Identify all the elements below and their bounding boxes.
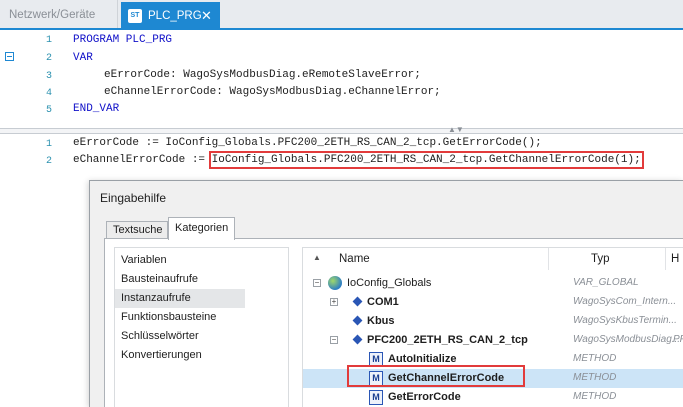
instance-icon — [352, 296, 363, 307]
tab-plc-prg[interactable]: ST PLC_PRG ✕ — [121, 2, 220, 30]
tab-label: PLC_PRG — [148, 10, 202, 22]
column-header-extra[interactable]: H — [671, 253, 679, 265]
line-number: 4 — [45, 88, 52, 99]
program-icon: ST — [128, 9, 142, 23]
tree-item-type: WagoSysKbusTermin... — [573, 315, 677, 326]
category-schluesselwoerter[interactable]: Schlüsselwörter — [115, 327, 245, 346]
line-number-gutter: 1 2 3 4 5 1 2 — [0, 30, 60, 407]
tree-row-geterrorcode[interactable]: M GetErrorCode METHOD — [303, 388, 683, 407]
tree-item-name: AutoInitialize — [388, 353, 457, 365]
instance-icon — [352, 315, 363, 326]
tree-header: ▲ Name Typ H — [303, 248, 683, 270]
tab-netzwerk-geraete[interactable]: Netzwerk/Geräte — [0, 0, 118, 28]
category-funktionsbausteine[interactable]: Funktionsbausteine — [115, 308, 245, 327]
tree-item-type: WagoSysCom_Intern... — [573, 296, 677, 307]
tree-item-type: VAR_GLOBAL — [573, 277, 639, 288]
tree-item-type: WagoSysModbusDiag... — [573, 334, 681, 345]
tree-item-type: METHOD — [573, 372, 617, 383]
dialog-title: Eingabehilfe — [100, 191, 167, 205]
tab-label: Netzwerk/Geräte — [9, 9, 96, 21]
tree-item-name: Kbus — [367, 315, 395, 327]
line-number: 5 — [45, 105, 52, 116]
line-number: 1 — [45, 139, 52, 150]
line-number: 1 — [45, 35, 52, 46]
category-variablen[interactable]: Variablen — [115, 251, 245, 270]
tree-row-ioconfig-globals[interactable]: − IoConfig_Globals VAR_GLOBAL — [303, 274, 683, 293]
code-line-decl-channelerror: eChannelErrorCode: WagoSysModbusDiag.eCh… — [104, 86, 441, 98]
instance-icon — [352, 334, 363, 345]
globe-icon — [328, 276, 342, 290]
category-konvertierungen[interactable]: Konvertierungen — [115, 346, 245, 365]
sort-ascending-icon[interactable]: ▲ — [313, 253, 321, 262]
tree-row-com1[interactable]: + COM1 WagoSysCom_Intern... — [303, 293, 683, 312]
editor-tab-bar: Netzwerk/Geräte ST PLC_PRG ✕ — [0, 0, 683, 30]
code-line-program: PROGRAM PLC_PRG — [73, 34, 173, 46]
tree-row-kbus[interactable]: Kbus WagoSysKbusTermin... — [303, 312, 683, 331]
tree-item-extra: PFC2 — [673, 334, 683, 345]
code-line-var: VAR — [73, 52, 93, 64]
tree-item-type: METHOD — [573, 391, 617, 402]
category-instanzaufrufe[interactable]: Instanzaufrufe — [115, 289, 245, 308]
close-icon[interactable]: ✕ — [201, 8, 212, 24]
line-number: 3 — [45, 71, 52, 82]
tree-item-name: IoConfig_Globals — [347, 277, 432, 289]
method-icon: M — [369, 390, 383, 405]
tab-textsuche[interactable]: Textsuche — [106, 221, 168, 239]
tab-kategorien[interactable]: Kategorien — [168, 217, 235, 240]
line-number: 2 — [45, 53, 52, 64]
tree-item-name: PFC200_2ETH_RS_CAN_2_tcp — [367, 334, 528, 346]
tree-item-name: GetErrorCode — [388, 391, 461, 403]
highlighted-method-call: IoConfig_Globals.PFC200_2ETH_RS_CAN_2_tc… — [208, 151, 644, 169]
code-line-impl-1: eErrorCode := IoConfig_Globals.PFC200_2E… — [73, 137, 542, 149]
code-assignment: eChannelErrorCode := — [73, 154, 212, 166]
collapse-icon[interactable]: − — [330, 336, 338, 344]
selection-highlight-frame — [347, 365, 525, 387]
column-header-name[interactable]: Name — [339, 253, 370, 265]
code-line-decl-errorcode: eErrorCode: WagoSysModbusDiag.eRemoteSla… — [104, 69, 421, 81]
category-bausteinaufrufe[interactable]: Bausteinaufrufe — [115, 270, 245, 289]
expand-icon[interactable]: + — [330, 298, 338, 306]
code-line-impl-2: eChannelErrorCode := IoConfig_Globals.PF… — [73, 151, 644, 169]
editor-splitter[interactable]: ▲▼ — [0, 125, 683, 134]
tree-item-type: METHOD — [573, 353, 617, 364]
collapse-icon[interactable]: − — [313, 279, 321, 287]
code-line-end-var: END_VAR — [73, 103, 120, 115]
line-number: 2 — [45, 156, 52, 167]
column-header-type[interactable]: Typ — [591, 253, 610, 265]
collapse-icon[interactable] — [5, 52, 14, 61]
tree-item-name: COM1 — [367, 296, 399, 308]
category-list[interactable]: Variablen Bausteinaufrufe Instanzaufrufe… — [114, 247, 289, 407]
tree-row-pfc200[interactable]: − PFC200_2ETH_RS_CAN_2_tcp WagoSysModbus… — [303, 331, 683, 350]
